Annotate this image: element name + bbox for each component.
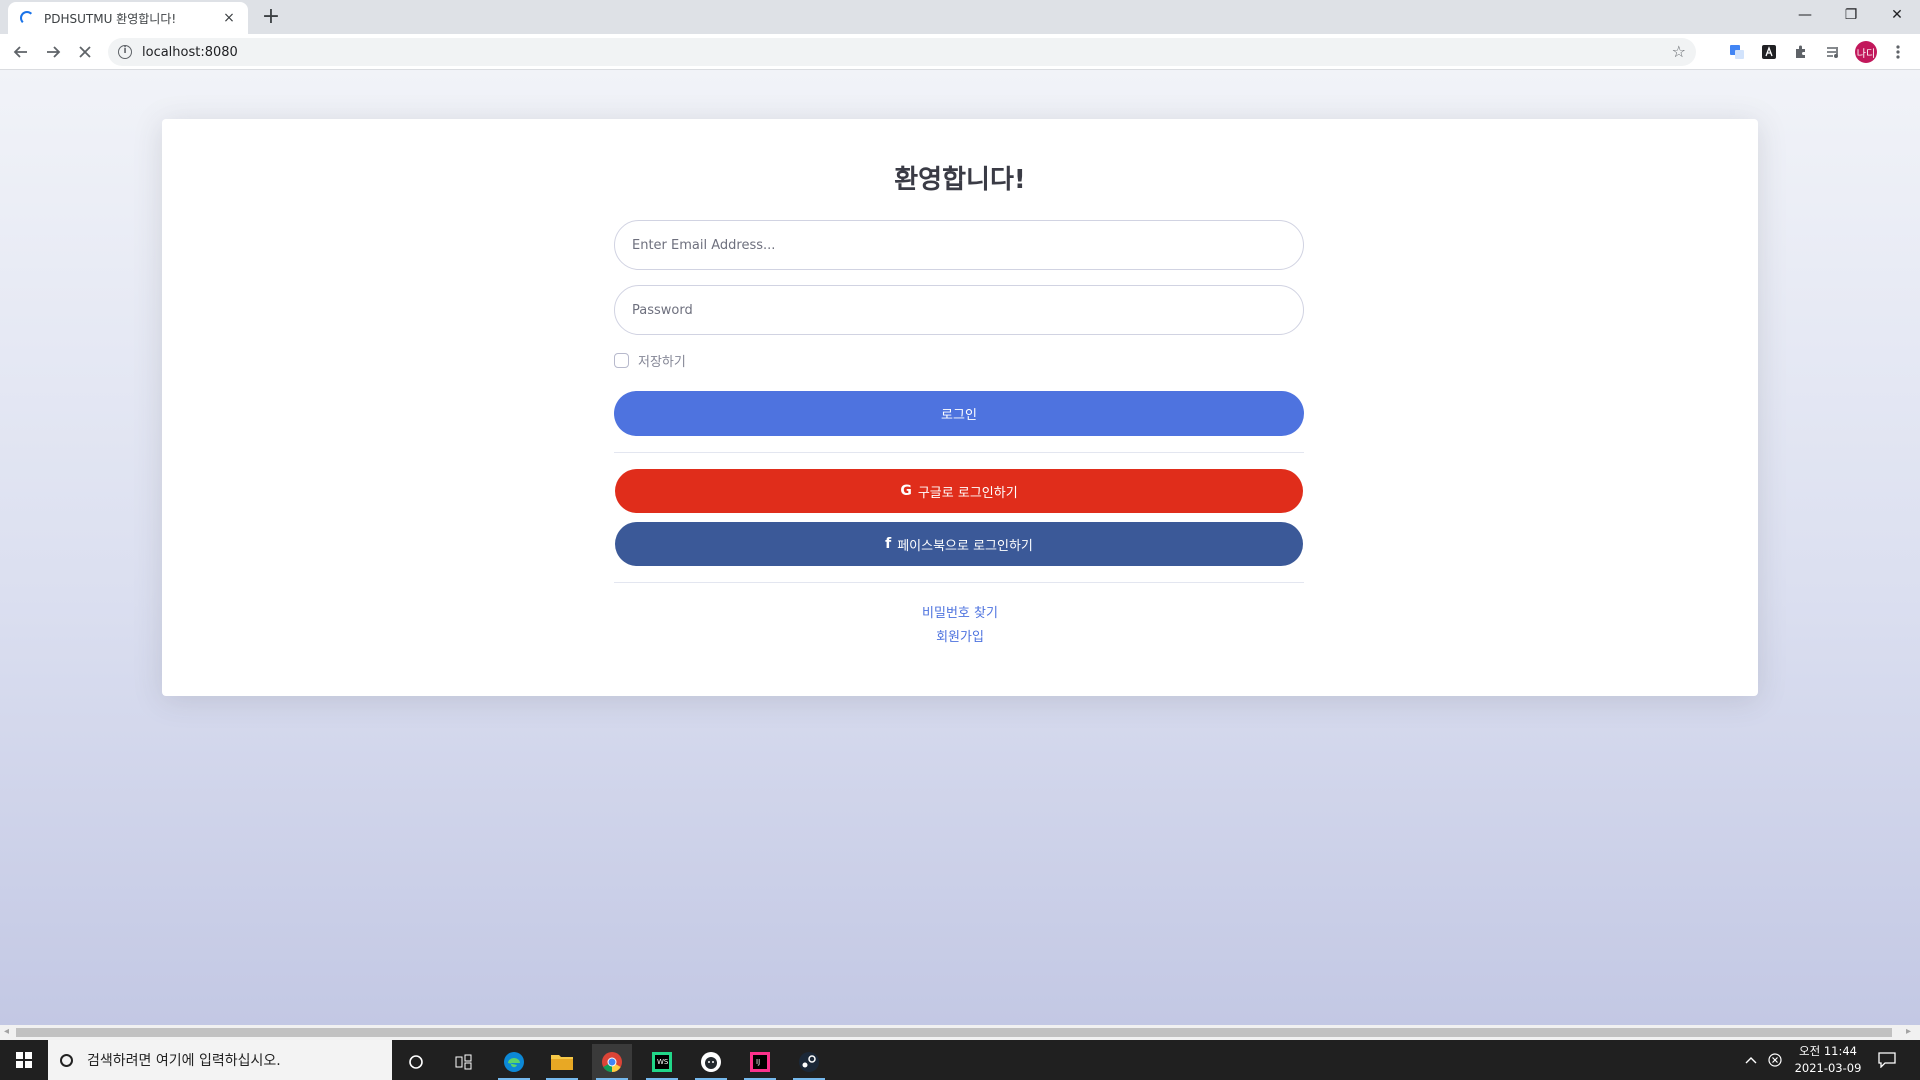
facebook-login-label: 페이스북으로 로그인하기 (897, 538, 1033, 554)
remember-me[interactable]: 저장하기 (614, 351, 686, 370)
register-link[interactable]: 회원가입 (162, 626, 1758, 645)
url-text: localhost:8080 (142, 44, 238, 60)
profile-avatar[interactable]: 나디 (1855, 41, 1877, 63)
forward-button[interactable] (40, 39, 66, 65)
search-icon (60, 1053, 73, 1067)
arrow-right-icon (47, 46, 61, 58)
notification-center-icon[interactable] (1878, 1040, 1896, 1080)
horizontal-scrollbar[interactable]: ◂ ▸ (0, 1025, 1920, 1040)
media-queue-icon[interactable] (1823, 42, 1843, 62)
facebook-icon: f (885, 536, 892, 552)
facebook-login-button[interactable]: f 페이스북으로 로그인하기 (615, 522, 1303, 566)
close-tab-icon[interactable]: × (220, 10, 238, 26)
file-explorer-icon[interactable] (542, 1044, 582, 1080)
page-viewport: 환영합니다! 저장하기 로그인 G 구글로 로그인하기 f 페이스북으로 로그인… (0, 70, 1920, 1025)
site-info-icon[interactable]: i (118, 45, 132, 59)
x-icon (79, 46, 91, 58)
close-window-button[interactable]: ✕ (1874, 0, 1920, 30)
translate-extension-icon[interactable] (1727, 42, 1747, 62)
stop-loading-button[interactable] (72, 39, 98, 65)
font-extension-icon[interactable] (1759, 42, 1779, 62)
network-status-icon[interactable] (1768, 1040, 1782, 1080)
start-button[interactable] (0, 1040, 48, 1080)
task-view-icon[interactable] (444, 1044, 484, 1080)
google-login-button[interactable]: G 구글로 로그인하기 (615, 469, 1303, 513)
edge-icon[interactable] (494, 1044, 534, 1080)
divider (614, 582, 1304, 583)
remember-checkbox[interactable] (614, 353, 629, 368)
svg-text:IJ: IJ (756, 1058, 760, 1066)
email-field[interactable] (614, 220, 1304, 270)
taskbar-clock[interactable]: 오전 11:44 2021-03-09 (1788, 1043, 1868, 1077)
chrome-icon[interactable] (592, 1044, 632, 1080)
login-card: 환영합니다! 저장하기 로그인 G 구글로 로그인하기 f 페이스북으로 로그인… (162, 119, 1758, 696)
back-button[interactable] (8, 39, 34, 65)
scrollbar-thumb[interactable] (16, 1028, 1892, 1037)
page-title: 환영합니다! (894, 165, 1026, 195)
clock-time: 오전 11:44 (1799, 1044, 1857, 1058)
scroll-left-icon[interactable]: ◂ (4, 1026, 9, 1037)
browser-tab-strip: PDHSUTMU 환영합니다! × + — ❐ ✕ (0, 0, 1920, 34)
scroll-right-icon[interactable]: ▸ (1906, 1026, 1911, 1037)
webstorm-icon[interactable]: WS (642, 1044, 682, 1080)
search-placeholder: 검색하려면 여기에 입력하십시오. (87, 1053, 281, 1069)
cortana-icon[interactable] (396, 1044, 436, 1080)
extensions-puzzle-icon[interactable] (1791, 42, 1811, 62)
new-tab-button[interactable]: + (258, 5, 284, 31)
steam-icon[interactable] (789, 1044, 829, 1080)
taskbar-search[interactable]: 검색하려면 여기에 입력하십시오. (48, 1040, 392, 1080)
login-button-label: 로그인 (941, 408, 977, 423)
windows-taskbar: 검색하려면 여기에 입력하십시오. WS IJ 오전 11:44 2021-03… (0, 1040, 1920, 1080)
chrome-menu-icon[interactable] (1888, 42, 1908, 62)
google-login-label: 구글로 로그인하기 (917, 485, 1018, 501)
loading-spinner-icon (20, 11, 34, 25)
tab-title: PDHSUTMU 환영합니다! (44, 11, 177, 26)
svg-text:WS: WS (657, 1058, 669, 1066)
remember-label: 저장하기 (638, 355, 686, 370)
login-button[interactable]: 로그인 (614, 391, 1304, 436)
password-field[interactable] (614, 285, 1304, 335)
clock-date: 2021-03-09 (1794, 1061, 1862, 1075)
forgot-password-link[interactable]: 비밀번호 찾기 (162, 602, 1758, 621)
tray-overflow-icon[interactable] (1745, 1040, 1757, 1080)
maximize-button[interactable]: ❐ (1828, 0, 1874, 30)
divider (614, 452, 1304, 453)
minimize-button[interactable]: — (1782, 0, 1828, 30)
arrow-left-icon (13, 46, 27, 58)
browser-tab[interactable]: PDHSUTMU 환영합니다! × (8, 2, 248, 34)
google-icon: G (900, 483, 912, 499)
windows-logo-icon (16, 1052, 32, 1068)
bookmark-star-icon[interactable]: ☆ (1672, 42, 1686, 61)
intellij-icon[interactable]: IJ (740, 1044, 780, 1080)
github-desktop-icon[interactable] (691, 1044, 731, 1080)
browser-toolbar: i localhost:8080 ☆ 나디 (0, 34, 1920, 70)
address-bar[interactable]: i localhost:8080 ☆ (108, 38, 1696, 66)
